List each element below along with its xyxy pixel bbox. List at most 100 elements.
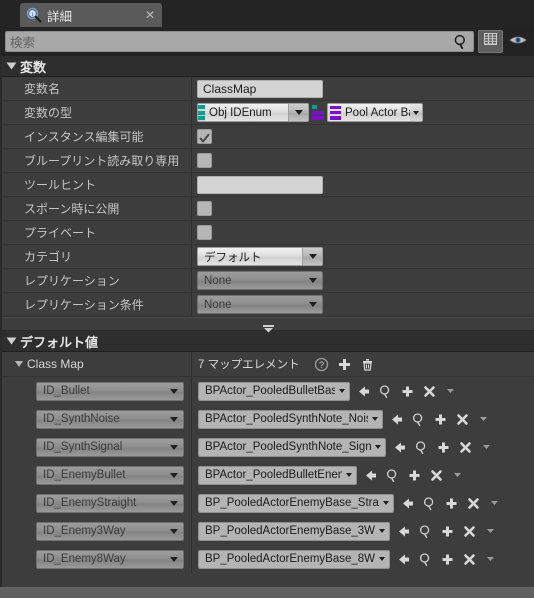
map-entry-key-value: ID_Enemy8Way (43, 553, 126, 565)
category-combo[interactable]: デフォルト (197, 247, 323, 266)
arrow-left-icon[interactable] (389, 412, 404, 427)
plus-icon[interactable] (440, 524, 455, 539)
enum-pin-icon (198, 105, 205, 120)
property-value (192, 173, 534, 197)
tooltip-input[interactable] (197, 175, 323, 194)
plus-icon[interactable] (407, 468, 422, 483)
caret-down-icon[interactable] (444, 384, 459, 399)
x-icon[interactable] (458, 440, 473, 455)
magnifier-icon[interactable] (414, 440, 429, 455)
variable-property-list: 変数名 ClassMap 変数の型 Obj IDEnum Pool Actor … (2, 76, 534, 317)
property-value: None (192, 293, 534, 317)
magnifier-icon[interactable] (418, 524, 433, 539)
plus-icon[interactable] (436, 440, 451, 455)
arrow-left-icon[interactable] (356, 384, 371, 399)
caret-down-icon[interactable] (451, 468, 466, 483)
map-entry-key-cell: ID_Enemy8Way (2, 545, 192, 573)
map-entry-value-cell: BPActor_PooledSynthNote_Noise (192, 409, 534, 429)
map-entry-key-value: ID_SynthSignal (43, 441, 123, 453)
column-view-icon (483, 32, 498, 51)
magnifier-icon[interactable] (378, 384, 393, 399)
arrow-left-icon[interactable] (400, 496, 415, 511)
column-view-button[interactable] (478, 30, 503, 53)
magnifier-icon[interactable] (422, 496, 437, 511)
map-entry-value-cell: BPActor_PooledBulletEnemy (192, 465, 534, 485)
map-entry-key-combo[interactable]: ID_Enemy3Way (36, 521, 184, 541)
close-icon[interactable]: ✕ (144, 9, 156, 21)
caret-down-icon[interactable] (488, 496, 503, 511)
section-header-default-values[interactable]: デフォルト値 (2, 331, 534, 352)
collapse-triangle-icon (6, 337, 17, 345)
map-entry-row: ID_Bullet BPActor_PooledBulletBase (2, 377, 534, 405)
property-row-category: カテゴリ デフォルト (2, 244, 534, 269)
x-icon[interactable] (462, 552, 477, 567)
chevron-down-icon (379, 501, 393, 505)
x-icon[interactable] (466, 496, 481, 511)
map-entry-key-combo[interactable]: ID_SynthNoise (36, 409, 184, 429)
chevron-down-icon (335, 389, 349, 393)
private-checkbox[interactable] (197, 225, 212, 240)
map-entry-value-combo[interactable]: BP_PooledActorEnemyBase_8Way (198, 549, 390, 569)
instance-editable-checkbox[interactable] (197, 129, 212, 144)
tab-details[interactable]: i 詳細 ✕ (20, 3, 162, 27)
x-icon[interactable] (462, 524, 477, 539)
plus-icon[interactable] (337, 357, 352, 372)
map-entry-key-combo[interactable]: ID_EnemyBullet (36, 465, 184, 485)
variable-value-type-combo[interactable]: Pool Actor Base (327, 103, 423, 122)
map-entry-actions (396, 524, 499, 539)
property-label: ブループリント読み取り専用 (2, 148, 192, 173)
trash-icon[interactable] (360, 357, 375, 372)
plus-icon[interactable] (433, 412, 448, 427)
map-entry-value-cell: BP_PooledActorEnemyBase_Straigh (192, 493, 534, 513)
chevron-down-icon (302, 248, 322, 265)
x-icon[interactable] (455, 412, 470, 427)
map-entry-actions (389, 412, 492, 427)
magnifier-icon[interactable] (385, 468, 400, 483)
arrow-left-icon[interactable] (392, 440, 407, 455)
plus-icon[interactable] (444, 496, 459, 511)
map-entry-value-combo[interactable]: BPActor_PooledSynthNote_Noise (198, 409, 383, 429)
map-entry-value: BPActor_PooledBulletEnemy (205, 469, 342, 481)
map-entry-key-combo[interactable]: ID_SynthSignal (36, 437, 184, 457)
plus-icon[interactable] (400, 384, 415, 399)
variable-key-type-combo[interactable]: Obj IDEnum (197, 103, 309, 122)
magnifier-icon[interactable] (411, 412, 426, 427)
caret-down-icon[interactable] (480, 440, 495, 455)
arrow-left-icon[interactable] (396, 524, 411, 539)
map-entry-value-combo[interactable]: BPActor_PooledBulletEnemy (198, 465, 357, 485)
help-icon[interactable]: ? (314, 357, 329, 372)
replication-value: None (204, 274, 232, 287)
map-entry-key-combo[interactable]: ID_Bullet (36, 381, 184, 401)
caret-down-icon[interactable] (477, 412, 492, 427)
map-entry-value-combo[interactable]: BPActor_PooledBulletBase (198, 381, 350, 401)
arrow-left-icon[interactable] (363, 468, 378, 483)
map-entry-key-combo[interactable]: ID_EnemyStraight (36, 493, 184, 513)
property-label: レプリケーション条件 (2, 292, 192, 317)
map-entry-value-combo[interactable]: BP_PooledActorEnemyBase_Straigh (198, 493, 394, 513)
map-entry-value-combo[interactable]: BPActor_PooledSynthNote_Signal (198, 437, 386, 457)
map-entry-actions (356, 384, 459, 399)
caret-down-icon[interactable] (484, 524, 499, 539)
search-input[interactable]: 検索 (5, 31, 474, 52)
section-expander[interactable] (2, 317, 534, 333)
variable-name-input[interactable]: ClassMap (197, 79, 323, 98)
visibility-button[interactable] (507, 30, 529, 53)
plus-icon[interactable] (440, 552, 455, 567)
blueprint-readonly-checkbox[interactable] (197, 153, 212, 168)
section-header-variable[interactable]: 変数 (2, 56, 534, 77)
map-entry-list: ID_Bullet BPActor_PooledBulletBase ID_Synt… (2, 377, 534, 573)
x-icon[interactable] (429, 468, 444, 483)
x-icon[interactable] (422, 384, 437, 399)
map-entry-value-combo[interactable]: BP_PooledActorEnemyBase_3Way (198, 521, 390, 541)
map-entry-value-cell: BP_PooledActorEnemyBase_8Way (192, 549, 534, 569)
magnifier-icon[interactable] (418, 552, 433, 567)
replication-condition-combo[interactable]: None (197, 295, 323, 314)
replication-combo[interactable]: None (197, 271, 323, 290)
map-entry-value: BPActor_PooledBulletBase (205, 385, 335, 397)
caret-down-icon[interactable] (484, 552, 499, 567)
map-entry-key-combo[interactable]: ID_Enemy8Way (36, 549, 184, 569)
expose-on-spawn-checkbox[interactable] (197, 201, 212, 216)
property-value (192, 149, 534, 173)
map-property-name-cell[interactable]: Class Map (2, 351, 192, 377)
arrow-left-icon[interactable] (396, 552, 411, 567)
